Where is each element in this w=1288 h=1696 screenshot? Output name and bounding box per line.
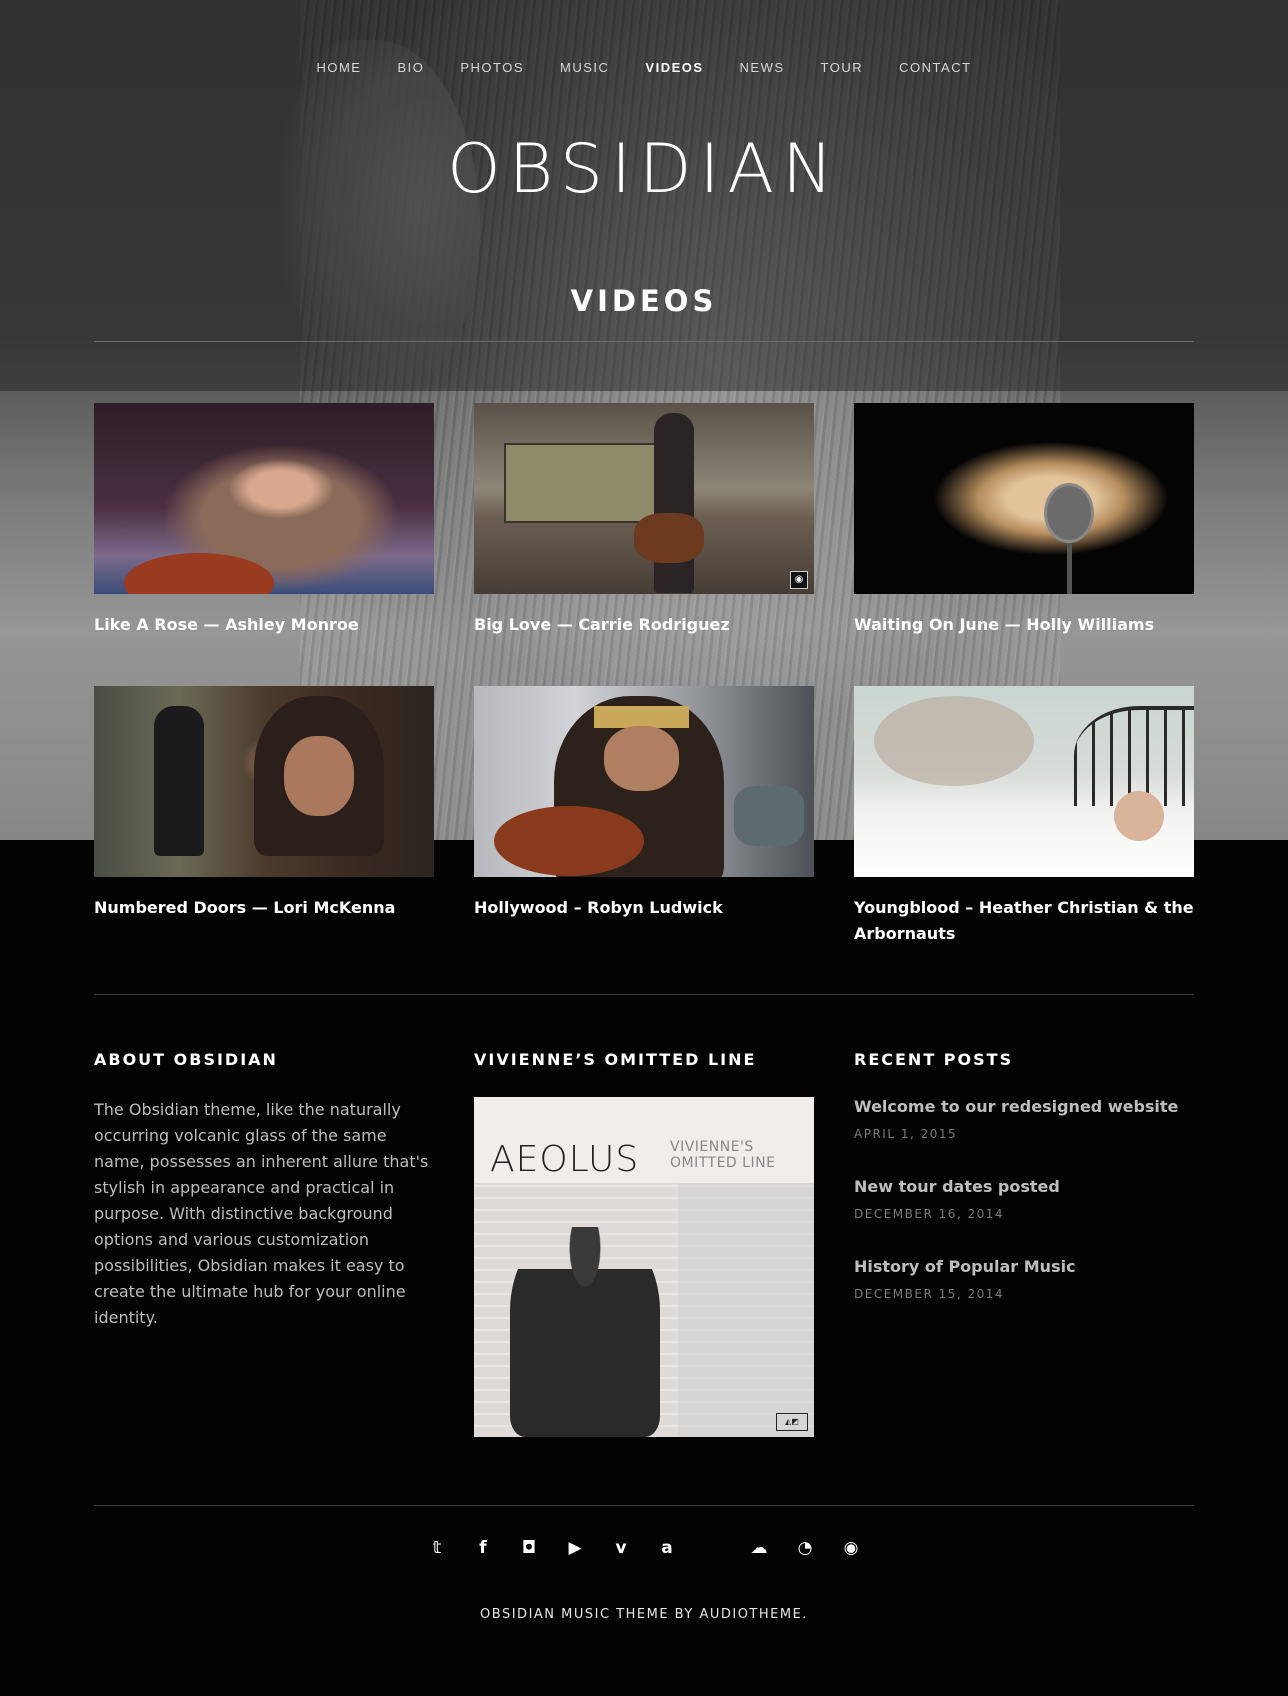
bandcamp-icon[interactable]: ◔ [793,1536,817,1560]
video-title[interactable]: Numbered Doors — Lori McKenna [94,895,434,921]
video-item[interactable]: Youngblood – Heather Christian & the Arb… [854,686,1194,947]
album-cover[interactable]: AEOLUS VIVIENNE'S OMITTED LINE ◭◩ [474,1097,814,1437]
post-title[interactable]: Welcome to our redesigned website [854,1097,1194,1117]
main-nav: HOME BIO PHOTOS MUSIC VIDEOS NEWS TOUR C… [0,60,1288,75]
video-title[interactable]: Big Love — Carrie Rodriguez [474,612,814,638]
nav-photos[interactable]: PHOTOS [442,60,542,75]
video-title[interactable]: Youngblood – Heather Christian & the Arb… [854,895,1194,947]
nav-tour[interactable]: TOUR [803,60,882,75]
content-divider [94,994,1194,995]
soundcloud-icon[interactable]: ☁ [747,1536,771,1560]
nav-music[interactable]: MUSIC [542,60,627,75]
widget-title: ABOUT OBSIDIAN [94,1050,278,1069]
instagram-icon[interactable]: ◘ [517,1536,541,1560]
video-item[interactable]: Like A Rose — Ashley Monroe [94,403,434,638]
widget-title: VIVIENNE’S OMITTED LINE [474,1050,757,1069]
recent-post[interactable]: New tour dates posted DECEMBER 16, 2014 [854,1177,1194,1221]
video-thumbnail[interactable] [474,686,814,877]
nav-videos[interactable]: VIDEOS [627,60,721,75]
youtube-icon[interactable]: ▶ [563,1536,587,1560]
site-title[interactable]: OBSIDIAN [0,130,1288,209]
post-title[interactable]: New tour dates posted [854,1177,1194,1197]
recent-post[interactable]: History of Popular Music DECEMBER 15, 20… [854,1257,1194,1301]
video-thumbnail[interactable] [94,686,434,877]
post-title[interactable]: History of Popular Music [854,1257,1194,1277]
video-title[interactable]: Like A Rose — Ashley Monroe [94,612,434,638]
amazon-icon[interactable]: a [655,1536,679,1560]
album-widget: VIVIENNE’S OMITTED LINE AEOLUS VIVIENNE'… [474,1050,814,1437]
album-figure [510,1227,660,1437]
social-links: 𝕥 f ◘ ▶ v a ☁ ◔ ◉ [0,1536,1288,1560]
page-title: VIDEOS [570,284,718,318]
video-item[interactable]: Numbered Doors — Lori McKenna [94,686,434,921]
post-date: DECEMBER 16, 2014 [854,1207,1005,1221]
video-item[interactable]: Waiting On June — Holly Williams [854,403,1194,638]
about-text: The Obsidian theme, like the naturally o… [94,1100,429,1327]
video-item[interactable]: Hollywood – Robyn Ludwick [474,686,814,921]
widget-title: RECENT POSTS [854,1050,1014,1069]
nav-news[interactable]: NEWS [722,60,803,75]
about-widget: ABOUT OBSIDIAN The Obsidian theme, like … [94,1050,434,1331]
spotify-icon[interactable]: ◉ [839,1536,863,1560]
twitter-icon[interactable]: 𝕥 [425,1536,449,1560]
post-date: DECEMBER 15, 2014 [854,1287,1005,1301]
logo-icon: ◉ [790,571,808,589]
nav-bio[interactable]: BIO [379,60,442,75]
video-thumbnail[interactable] [854,686,1194,877]
video-thumbnail[interactable] [94,403,434,594]
recent-posts-widget: RECENT POSTS Welcome to our redesigned w… [854,1050,1194,1301]
video-item[interactable]: ◉ Big Love — Carrie Rodriguez [474,403,814,638]
apple-icon[interactable] [701,1536,725,1560]
footer-credit[interactable]: OBSIDIAN MUSIC THEME BY AUDIOTHEME. [0,1607,1288,1622]
recent-post[interactable]: Welcome to our redesigned website APRIL … [854,1097,1194,1141]
video-thumbnail[interactable] [474,403,814,594]
video-thumbnail[interactable] [854,403,1194,594]
video-title[interactable]: Waiting On June — Holly Williams [854,612,1194,638]
album-cover-subtitle: VIVIENNE'S OMITTED LINE [670,1139,776,1171]
nav-contact[interactable]: CONTACT [881,60,989,75]
facebook-icon[interactable]: f [471,1536,495,1560]
label-logo-icon: ◭◩ [776,1413,808,1431]
post-date: APRIL 1, 2015 [854,1127,958,1141]
album-cover-title: AEOLUS [490,1139,640,1180]
vimeo-icon[interactable]: v [609,1536,633,1560]
nav-home[interactable]: HOME [298,60,379,75]
footer-divider [94,1505,1194,1506]
header-divider [94,341,1194,342]
video-title[interactable]: Hollywood – Robyn Ludwick [474,895,814,921]
